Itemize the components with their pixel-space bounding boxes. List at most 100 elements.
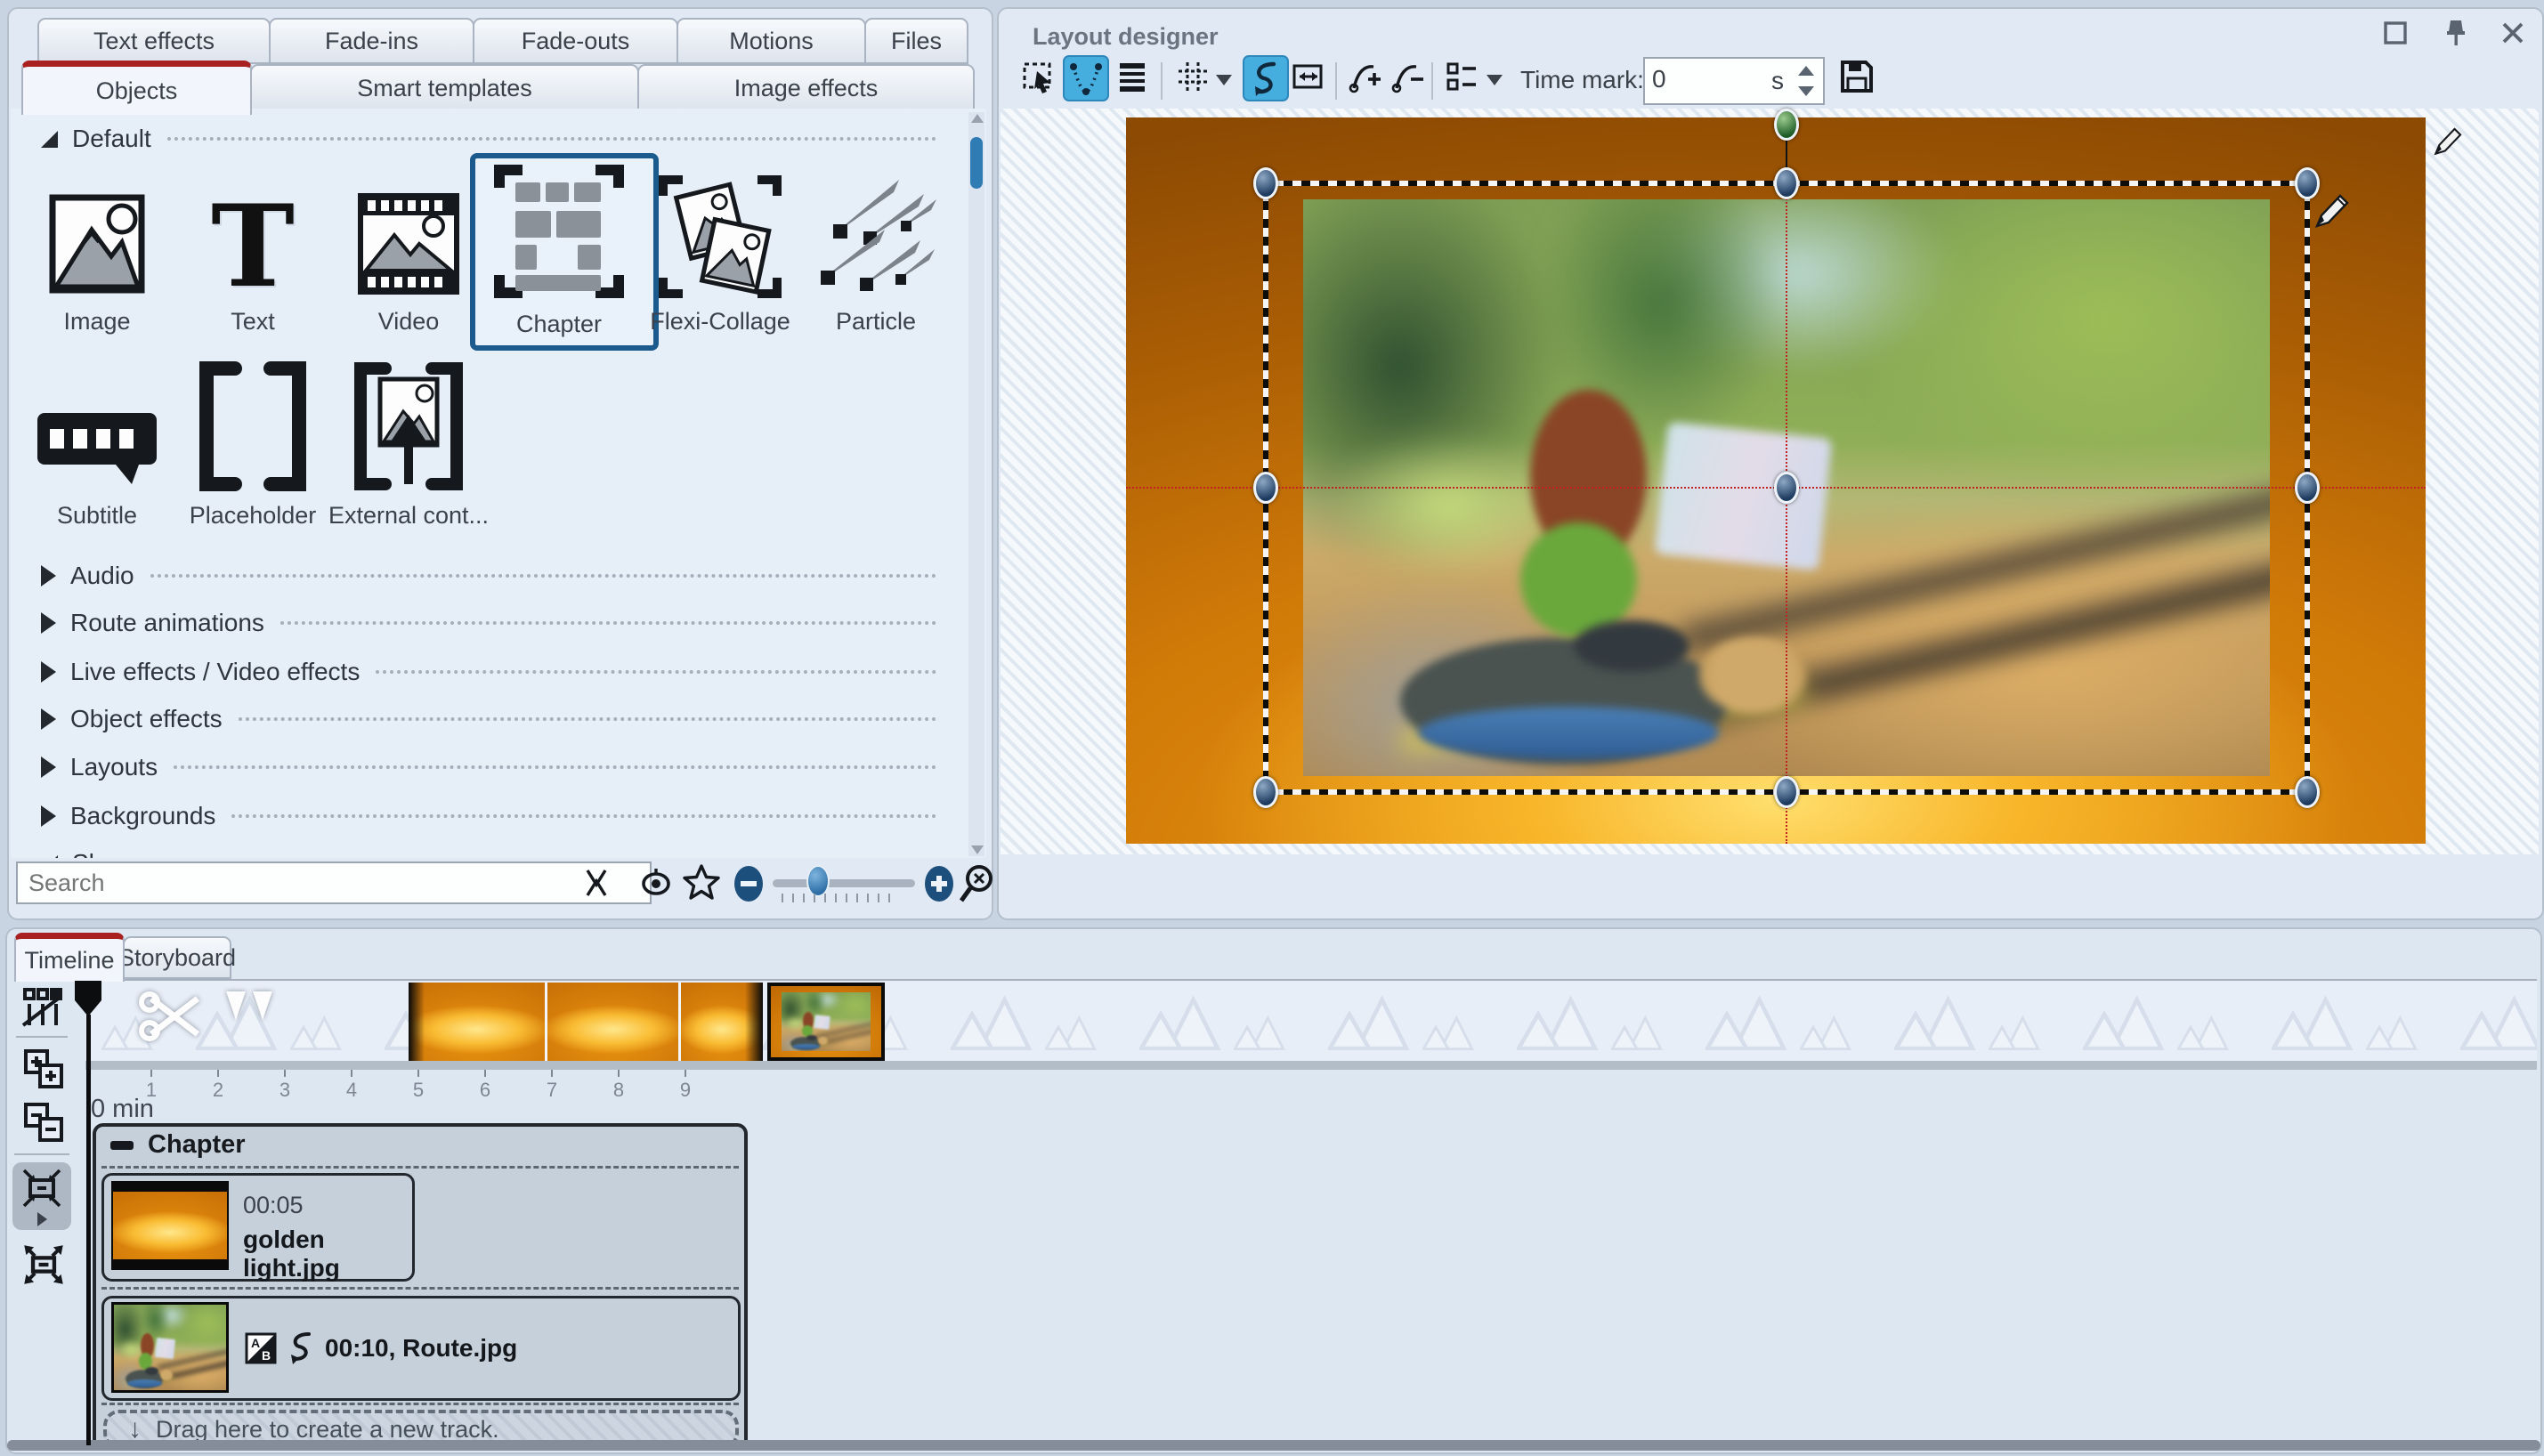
thumbnail-size-slider-track[interactable] — [773, 879, 915, 887]
object-tile-external-content[interactable]: External cont... — [332, 356, 485, 530]
frame-transform-icon — [1290, 58, 1327, 95]
chapter-group[interactable]: Chapter 00:05 golden light.jpg A — [93, 1123, 748, 1451]
section-layouts[interactable]: Layouts — [41, 749, 936, 785]
frame-transform-button[interactable] — [1287, 55, 1330, 98]
clear-search-icon[interactable] — [580, 867, 612, 899]
tab-label: Text effects — [93, 28, 215, 55]
enlarge-view-icon[interactable] — [21, 1242, 66, 1287]
tab-timeline[interactable]: Timeline — [14, 933, 125, 982]
insert-mode-icon[interactable] — [20, 986, 66, 1029]
tab-image-effects[interactable]: Image effects — [637, 64, 975, 112]
zoom-out-button[interactable] — [732, 863, 766, 904]
object-tile-image[interactable]: Image — [20, 162, 174, 336]
timeline-item-route[interactable]: A B 00:10, Route.jpg — [101, 1296, 741, 1401]
timeline-strip[interactable] — [85, 979, 2537, 1063]
rotation-handle[interactable] — [1774, 109, 1799, 141]
object-tile-text[interactable]: T Text — [176, 162, 329, 336]
tab-smart-templates[interactable]: Smart templates — [250, 64, 639, 112]
eye-icon[interactable] — [637, 867, 675, 899]
scroll-down-arrow[interactable] — [971, 845, 984, 854]
resize-handle-bottom-right[interactable] — [2295, 776, 2320, 808]
section-label: Layouts — [70, 753, 158, 781]
zoom-reset-icon[interactable] — [958, 863, 997, 904]
strip-thumbnail-golden-light[interactable] — [409, 983, 545, 1061]
section-shapes[interactable]: Shapes — [41, 845, 936, 858]
tab-storyboard[interactable]: Storyboard — [123, 936, 231, 979]
playhead-marker[interactable] — [73, 979, 103, 1018]
tab-files[interactable]: Files — [864, 18, 968, 64]
object-tile-placeholder[interactable]: Placeholder — [176, 356, 329, 530]
shrink-view-button[interactable] — [12, 1162, 71, 1230]
tab-fade-ins[interactable]: Fade-ins — [269, 18, 474, 64]
toolbox-scrollbar[interactable] — [968, 112, 984, 856]
horizontal-scrollbar[interactable] — [7, 1440, 2540, 1451]
resize-handle-top-left[interactable] — [1253, 167, 1278, 199]
center-handle[interactable] — [1774, 472, 1799, 504]
section-backgrounds[interactable]: Backgrounds — [41, 798, 936, 834]
grid-dropdown-arrow[interactable] — [1216, 75, 1232, 85]
resize-handle-middle-right[interactable] — [2295, 472, 2320, 504]
section-label: Route animations — [70, 609, 264, 637]
add-keypoint-button[interactable] — [1344, 55, 1387, 98]
scroll-up-arrow[interactable] — [971, 114, 984, 123]
resize-handle-top-center[interactable] — [1774, 167, 1799, 199]
layers-list-button[interactable] — [1111, 55, 1154, 98]
tab-text-effects[interactable]: Text effects — [37, 18, 271, 64]
toolbox-panel: Text effects Fade-ins Fade-outs Motions … — [7, 7, 993, 920]
tab-fade-outs[interactable]: Fade-outs — [473, 18, 678, 64]
scrollbar-thumb[interactable] — [970, 137, 983, 189]
zoom-in-button[interactable] — [922, 863, 956, 904]
remove-keypoint-button[interactable] — [1387, 55, 1430, 98]
object-tile-subtitle[interactable]: Subtitle — [20, 356, 174, 530]
object-list-button[interactable] — [1440, 55, 1483, 98]
ruler-tick — [551, 1070, 553, 1077]
object-list-dropdown-arrow[interactable] — [1487, 75, 1503, 85]
collapse-all-icon[interactable] — [21, 1100, 66, 1145]
section-default[interactable]: Default — [41, 121, 936, 157]
object-tile-video[interactable]: Video — [332, 162, 485, 336]
cut-icon[interactable] — [139, 988, 207, 1047]
section-live-effects[interactable]: Live effects / Video effects — [41, 654, 936, 690]
time-mark-input[interactable] — [1650, 61, 1761, 98]
section-audio[interactable]: Audio — [41, 558, 936, 594]
object-tile-chapter[interactable]: Chapter — [482, 160, 636, 338]
section-object-effects[interactable]: Object effects — [41, 701, 936, 737]
object-tile-flexi-collage[interactable]: Flexi-Collage — [644, 162, 797, 336]
maximize-icon[interactable] — [2380, 18, 2410, 48]
object-tile-particle[interactable]: Particle — [799, 162, 952, 336]
spinner-down[interactable] — [1798, 86, 1814, 96]
section-route-animations[interactable]: Route animations — [41, 605, 936, 641]
path-tool-button[interactable] — [1243, 55, 1289, 101]
favorites-star-icon[interactable] — [682, 863, 721, 902]
thumbnail-size-slider-thumb[interactable] — [806, 865, 830, 897]
close-icon[interactable] — [2498, 18, 2528, 48]
ruler-number: 7 — [547, 1079, 557, 1102]
resize-handle-bottom-center[interactable] — [1774, 776, 1799, 808]
preview-canvas[interactable] — [1126, 117, 2426, 844]
ruler-tick — [150, 1070, 152, 1077]
timeline-item-golden-light[interactable]: 00:05 golden light.jpg — [101, 1173, 415, 1282]
svg-text:A: A — [251, 1336, 260, 1350]
select-tool-button[interactable] — [1018, 55, 1061, 98]
split-icon[interactable] — [224, 990, 278, 1034]
playhead-line[interactable] — [86, 1015, 91, 1445]
strip-thumbnail-golden-light[interactable] — [681, 983, 763, 1061]
tab-objects[interactable]: Objects — [21, 61, 252, 115]
curve-tool-button[interactable] — [1063, 55, 1109, 101]
ruler-number: 4 — [346, 1079, 357, 1102]
collapse-chapter-button[interactable] — [110, 1141, 134, 1150]
item-thumbnail — [114, 1305, 226, 1390]
search-input[interactable] — [16, 861, 652, 904]
spinner-up[interactable] — [1798, 66, 1814, 76]
resize-handle-bottom-left[interactable] — [1253, 776, 1278, 808]
resize-handle-middle-left[interactable] — [1253, 472, 1278, 504]
dotted-leader — [376, 670, 936, 674]
strip-thumbnail-route[interactable] — [767, 983, 885, 1061]
section-label: Shapes — [72, 849, 157, 858]
save-button[interactable] — [1835, 55, 1878, 98]
grid-button[interactable] — [1171, 55, 1214, 98]
strip-thumbnail-golden-light[interactable] — [547, 983, 678, 1061]
tab-motions[interactable]: Motions — [677, 18, 866, 64]
flexi-collage-icon — [658, 174, 782, 299]
pin-icon[interactable] — [2441, 16, 2471, 50]
